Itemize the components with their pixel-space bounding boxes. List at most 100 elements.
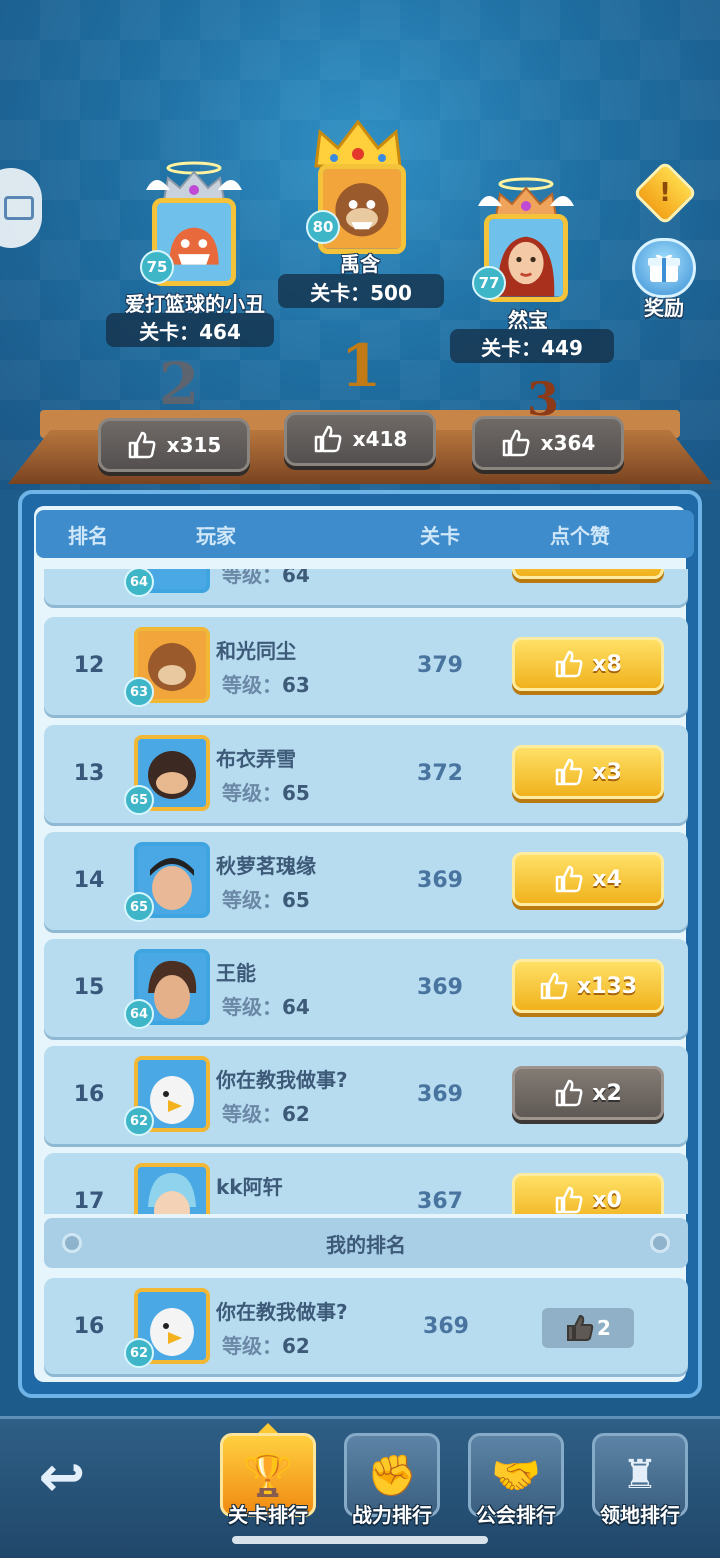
tab-label: 战力排行 (352, 1503, 432, 1527)
like-button[interactable]: x8 (512, 637, 664, 691)
third-stage-plate: 关卡：449 (450, 329, 614, 363)
row-stage: 369 (417, 868, 463, 893)
player-name: 王能 (216, 961, 256, 985)
second-level-badge: 75 (140, 250, 174, 284)
my-rank-row: 16 62 你在教我做事? 等级：62 369 2 (44, 1278, 688, 1374)
back-arrow-icon[interactable]: ↩ (22, 1443, 102, 1513)
player-name: 布衣弄雪 (216, 747, 296, 771)
gold-crown-icon (314, 119, 402, 168)
reward-label: 奖励 (644, 296, 684, 320)
thumbs-up-icon (556, 865, 583, 893)
like-button[interactable]: x0 (512, 1173, 664, 1214)
third-player-name: 然宝 (508, 308, 548, 332)
podium-first: 1 (258, 300, 464, 430)
player-name: 你在教我做事? (216, 1068, 348, 1092)
ranking-list[interactable]: 64 等级：64 12 63 和光同尘 等级：63 379 x8 13 65 布… (44, 569, 688, 1214)
first-stage-plate: 关卡：500 (278, 274, 444, 308)
third-level-badge: 77 (472, 266, 506, 300)
player-name: 和光同尘 (216, 639, 296, 663)
second-like-count: x315 (166, 433, 222, 457)
decor-dot-left (62, 1233, 82, 1253)
podium-rank-2: 2 (158, 350, 200, 418)
first-like-count: x418 (352, 427, 408, 451)
level-badge: 65 (124, 892, 154, 922)
row-stage: 367 (417, 1189, 463, 1214)
table-row: 15 64 王能 等级：64 369 x133 (44, 939, 688, 1037)
thumbs-up-icon (502, 429, 530, 457)
header-stage: 关卡 (420, 523, 460, 548)
player-level: 等级：64 (222, 995, 310, 1019)
row-rank: 16 (73, 1082, 105, 1107)
thumbs-up-icon (556, 758, 583, 786)
table-row: 16 62 你在教我做事? 等级：62 369 x2 (44, 1046, 688, 1144)
chat-icon (4, 196, 34, 220)
player-level: 等级：62 (222, 1102, 310, 1126)
header-rank: 排名 (68, 523, 108, 548)
thumbs-up-icon (567, 1314, 594, 1341)
thumbs-up-icon (556, 650, 583, 678)
like-button[interactable]: x2 (512, 1066, 664, 1120)
home-indicator[interactable] (232, 1536, 488, 1544)
like-count: x3 (592, 759, 622, 785)
table-row: 17 kk阿轩 367 x0 (44, 1153, 688, 1214)
second-stage-plate: 关卡：464 (106, 313, 274, 347)
player-name: kk阿轩 (216, 1175, 283, 1199)
level-badge: 62 (124, 1338, 154, 1368)
row-rank: 15 (73, 975, 105, 1000)
like-count: x0 (592, 1187, 622, 1213)
row-rank: 17 (73, 1189, 105, 1214)
first-level-badge: 80 (306, 210, 340, 244)
my-likes-count: 2 (542, 1308, 634, 1348)
my-rank-title: 我的排名 (326, 1232, 406, 1257)
active-tab-indicator (258, 1423, 278, 1433)
podium-rank-1: 1 (340, 332, 382, 400)
table-row: 13 65 布衣弄雪 等级：65 372 x3 (44, 725, 688, 823)
thumbs-up-icon (556, 1186, 583, 1214)
row-stage: 379 (417, 653, 463, 678)
tab-label: 领地排行 (600, 1503, 680, 1527)
third-like-count: x364 (540, 431, 596, 455)
row-rank: 13 (73, 761, 105, 786)
row-stage: 369 (417, 975, 463, 1000)
thumbs-up-icon (314, 425, 342, 453)
level-badge: 63 (124, 677, 154, 707)
tab-guild-ranking[interactable]: 🤝 公会排行 (466, 1433, 566, 1543)
like-button[interactable]: x133 (512, 959, 664, 1013)
ranking-panel: 排名 玩家 关卡 点个赞 64 等级：64 12 63 和光同尘 等级：63 3… (18, 490, 702, 1398)
like-count: x8 (592, 651, 622, 677)
row-stage: 369 (423, 1314, 469, 1339)
player-level: 等级：65 (222, 888, 310, 912)
row-rank: 16 (73, 1314, 105, 1339)
like-button[interactable]: x3 (512, 745, 664, 799)
tab-territory-ranking[interactable]: ♜ 领地排行 (590, 1433, 690, 1543)
first-like-button[interactable]: x418 (284, 412, 436, 466)
my-rank-header: 我的排名 (44, 1218, 688, 1268)
player-level: 等级：64 (222, 569, 310, 587)
row-stage: 369 (417, 1082, 463, 1107)
tab-stage-ranking[interactable]: 🏆 关卡排行 (218, 1423, 318, 1543)
row-rank: 12 (73, 653, 105, 678)
table-row: 12 63 和光同尘 等级：63 379 x8 (44, 617, 688, 715)
decor-dot-right (650, 1233, 670, 1253)
level-badge: 62 (124, 1106, 154, 1136)
row-rank: 14 (73, 868, 105, 893)
second-player-name: 爱打篮球的小丑 (125, 292, 265, 316)
thumbs-up-icon (556, 1079, 583, 1107)
table-row: 64 等级：64 (44, 569, 688, 605)
second-like-button[interactable]: x315 (98, 418, 250, 472)
tab-power-ranking[interactable]: ✊ 战力排行 (342, 1433, 442, 1543)
header-player: 玩家 (196, 523, 236, 548)
like-button[interactable] (512, 569, 664, 579)
player-avatar[interactable] (134, 1163, 210, 1214)
row-stage: 372 (417, 761, 463, 786)
thumbs-up-icon (540, 972, 568, 1000)
tab-label: 公会排行 (476, 1503, 556, 1527)
third-like-button[interactable]: x364 (472, 416, 624, 470)
level-badge: 65 (124, 785, 154, 815)
reward-button[interactable]: 奖励 (628, 238, 700, 321)
player-level: 等级：63 (222, 673, 310, 697)
like-button[interactable]: x4 (512, 852, 664, 906)
player-level: 等级：62 (222, 1334, 310, 1358)
like-count: x133 (576, 973, 638, 999)
header-likes: 点个赞 (550, 523, 610, 548)
